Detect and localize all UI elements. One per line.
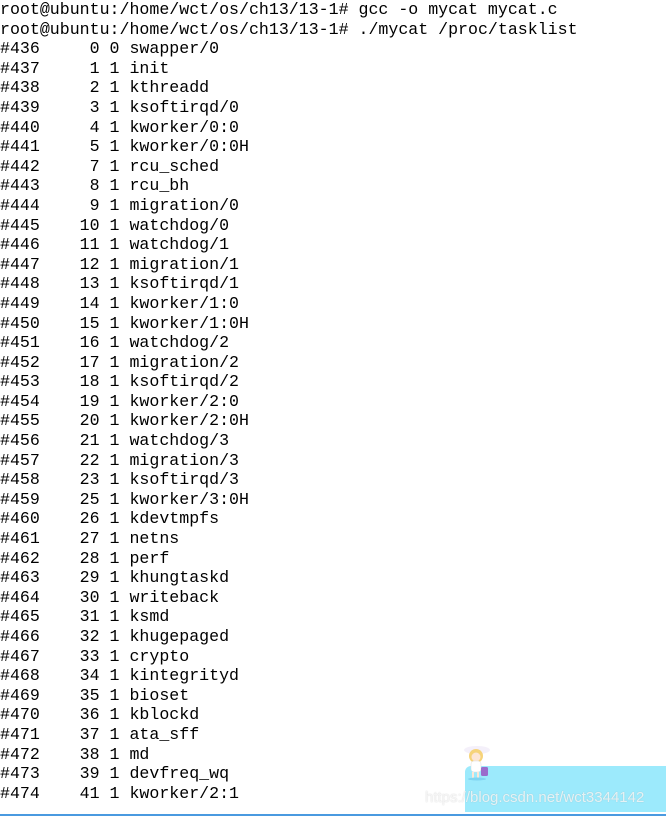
task-row: #447 12 1 migration/1 [0,254,239,274]
task-row: #468 34 1 kintegrityd [0,666,239,686]
task-row: #456 21 1 watchdog/3 [0,431,230,451]
task-row: #452 17 1 migration/2 [0,352,239,372]
command-line: root@ubuntu:/home/wct/os/ch13/13-1# gcc … [0,0,558,19]
task-row: #462 28 1 perf [0,548,170,568]
task-row: #449 14 1 kworker/1:0 [0,293,239,313]
task-row: #461 27 1 netns [0,529,180,549]
task-row: #470 36 1 kblockd [0,705,200,725]
task-row: #467 33 1 crypto [0,646,190,666]
task-row: #455 20 1 kworker/2:0H [0,411,249,431]
task-row: #440 4 1 kworker/0:0 [0,117,239,137]
task-row: #460 26 1 kdevtmpfs [0,509,220,529]
watermark-text: https://blog.csdn.net/wct3344142 [425,789,645,806]
task-row: #451 16 1 watchdog/2 [0,333,230,353]
bottom-divider [0,814,666,816]
task-row: #448 13 1 ksoftirqd/1 [0,274,239,294]
task-row: #439 3 1 ksoftirqd/0 [0,97,239,117]
command-line: root@ubuntu:/home/wct/os/ch13/13-1# ./my… [0,19,578,39]
task-row: #445 10 1 watchdog/0 [0,215,230,235]
task-row: #438 2 1 kthreadd [0,78,210,98]
task-row: #469 35 1 bioset [0,685,190,705]
task-row: #436 0 0 swapper/0 [0,39,220,59]
task-row: #465 31 1 ksmd [0,607,170,627]
task-row: #458 23 1 ksoftirqd/3 [0,470,239,490]
task-row: #444 9 1 migration/0 [0,195,239,215]
terminal-output[interactable]: root@ubuntu:/home/wct/os/ch13/13-1# gcc … [0,0,578,803]
task-row: #464 30 1 writeback [0,587,220,607]
task-row: #457 22 1 migration/3 [0,450,239,470]
task-row: #459 25 1 kworker/3:0H [0,489,249,509]
task-row: #441 5 1 kworker/0:0H [0,137,249,157]
mascot-icon [464,746,490,781]
task-row: #454 19 1 kworker/2:0 [0,391,239,411]
task-row: #446 11 1 watchdog/1 [0,235,230,255]
task-row: #442 7 1 rcu_sched [0,156,220,176]
task-row: #463 29 1 khungtaskd [0,568,230,588]
task-row: #453 18 1 ksoftirqd/2 [0,372,239,392]
task-row: #443 8 1 rcu_bh [0,176,190,196]
task-row: #437 1 1 init [0,58,170,78]
task-row: #466 32 1 khugepaged [0,627,230,646]
task-row: #471 37 1 ata_sff [0,724,200,744]
task-row: #450 15 1 kworker/1:0H [0,313,249,333]
